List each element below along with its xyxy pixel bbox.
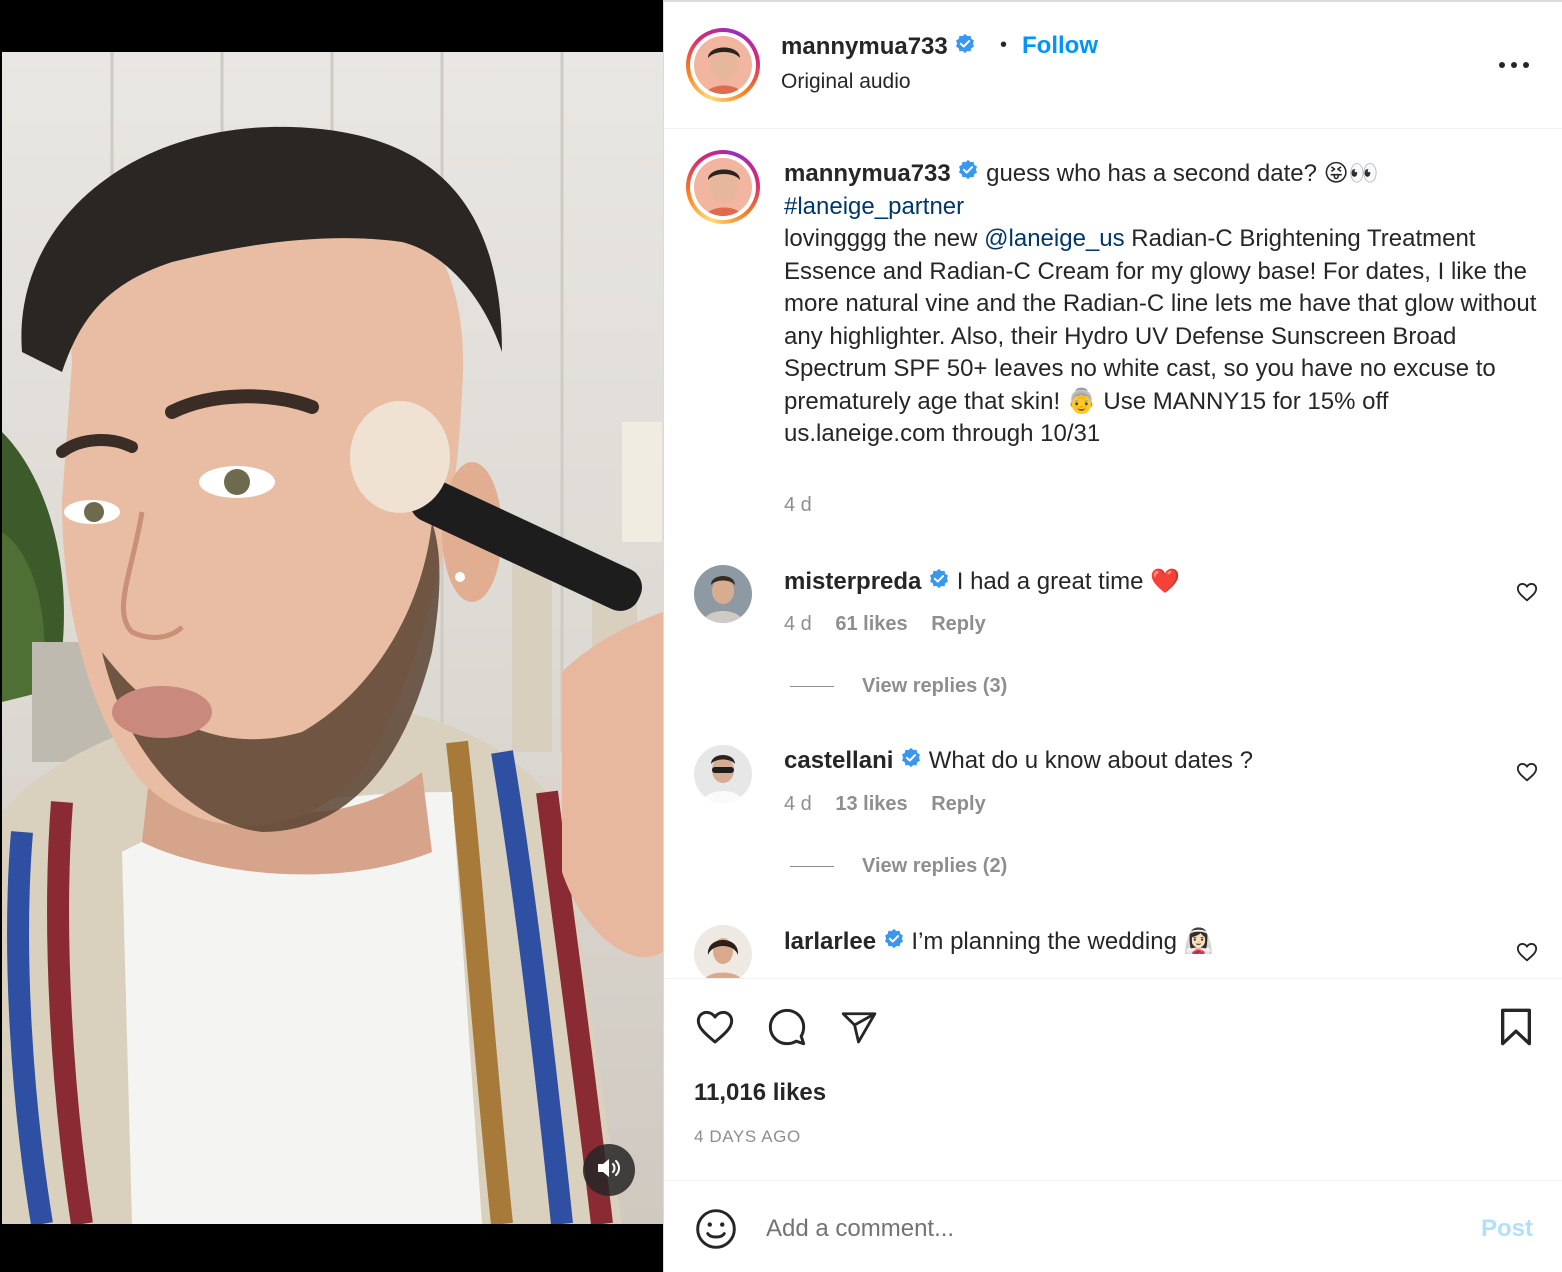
comment-like-heart-icon[interactable] <box>1516 761 1538 783</box>
avatar-image <box>694 565 752 623</box>
comment-item: castellani What do u know about dates ? … <box>664 745 1562 835</box>
comments-list[interactable]: misterpreda I had a great time ❤️ 4 d 61… <box>664 540 1562 978</box>
comment-like-heart-icon[interactable] <box>1516 581 1538 603</box>
commenter-username[interactable]: larlarlee <box>784 928 876 955</box>
paper-plane-icon[interactable] <box>839 1009 879 1052</box>
separator-dot: • <box>1000 34 1008 56</box>
video-frame[interactable] <box>2 52 663 1224</box>
view-replies-button[interactable]: View replies (3) <box>790 675 1007 698</box>
hashtag-link[interactable]: #laneige_partner <box>784 193 964 220</box>
caption-line1: guess who has a second date? 😝👀 <box>979 160 1379 187</box>
avatar-image <box>693 35 753 95</box>
comment-body: What do u know about dates ? <box>922 747 1253 774</box>
view-replies-label: View replies (2) <box>862 855 1008 877</box>
verified-badge-icon <box>900 747 922 776</box>
verified-badge-icon <box>883 928 905 957</box>
view-replies-label: View replies (3) <box>862 675 1008 697</box>
caption-text: mannymua733 guess who has a second date?… <box>784 158 1544 451</box>
verified-badge-icon <box>954 33 976 62</box>
comment-time[interactable]: 4 d <box>784 613 812 635</box>
add-comment-bar: Post <box>664 1180 1562 1272</box>
caption-body-start: lovingggg the new <box>784 225 985 253</box>
commenter-username[interactable]: misterpreda <box>784 568 921 595</box>
avatar-image <box>694 925 752 978</box>
mention-link[interactable]: @laneige_us <box>984 225 1124 252</box>
commenter-avatar[interactable] <box>694 925 752 978</box>
caption-author-avatar[interactable] <box>686 150 760 224</box>
verified-badge-icon <box>957 158 979 191</box>
comment-item: misterpreda I had a great time ❤️ 4 d 61… <box>664 565 1562 655</box>
avatar-image <box>693 157 753 217</box>
caption-timestamp[interactable]: 4 d <box>784 494 812 517</box>
comment-meta: 4 d 61 likes Reply <box>784 613 1004 636</box>
avatar-image <box>694 745 752 803</box>
video-still-image <box>2 52 663 1224</box>
commenter-avatar[interactable] <box>694 745 752 803</box>
video-player[interactable] <box>0 0 663 1272</box>
post-details-panel: mannymua733 • Follow Original audio mann… <box>663 0 1562 1272</box>
caption-body-rest: Radian-C Brightening Treatment Essence a… <box>784 225 1537 448</box>
comment-bubble-icon[interactable] <box>766 1007 808 1052</box>
likes-count[interactable]: 11,016 likes <box>694 1079 826 1107</box>
comment-body: I had a great time ❤️ <box>950 568 1181 595</box>
comment-likes[interactable]: 61 likes <box>835 613 907 635</box>
commenter-avatar[interactable] <box>694 565 752 623</box>
caption-username[interactable]: mannymua733 <box>784 160 951 187</box>
comment-text: castellani What do u know about dates ? <box>784 747 1253 776</box>
replies-divider-line <box>790 866 834 868</box>
reply-button[interactable]: Reply <box>931 793 985 815</box>
comment-text: misterpreda I had a great time ❤️ <box>784 567 1180 597</box>
comment-like-heart-icon[interactable] <box>1516 941 1538 963</box>
commenter-username[interactable]: castellani <box>784 747 893 774</box>
post-actions: 11,016 likes 4 DAYS AGO <box>664 978 1562 1180</box>
heart-icon[interactable] <box>694 1007 736 1052</box>
follow-button[interactable]: Follow <box>1022 32 1098 60</box>
comment-meta: 4 d 13 likes Reply <box>784 793 1004 816</box>
view-replies-button[interactable]: View replies (2) <box>790 855 1007 878</box>
comment-text: larlarlee I’m planning the wedding 👰🏻‍♀️ <box>784 927 1213 957</box>
mute-toggle-button[interactable] <box>583 1144 635 1196</box>
audio-link[interactable]: Original audio <box>781 70 911 94</box>
emoji-smiley-icon[interactable] <box>694 1207 738 1251</box>
author-username[interactable]: mannymua733 <box>781 33 976 62</box>
comment-likes[interactable]: 13 likes <box>835 793 907 815</box>
verified-badge-icon <box>928 568 950 597</box>
post-comment-button[interactable]: Post <box>1481 1215 1533 1243</box>
comment-input[interactable] <box>766 1209 1446 1249</box>
speaker-icon <box>596 1156 622 1185</box>
author-avatar[interactable] <box>686 28 760 102</box>
replies-divider-line <box>790 686 834 688</box>
comment-time[interactable]: 4 d <box>784 793 812 815</box>
username-text: mannymua733 <box>781 33 948 60</box>
comment-body: I’m planning the wedding 👰🏻‍♀️ <box>904 928 1214 955</box>
more-options-icon[interactable] <box>1496 48 1532 78</box>
comment-item: larlarlee I’m planning the wedding 👰🏻‍♀️ <box>664 925 1562 978</box>
bookmark-icon[interactable] <box>1498 1007 1534 1052</box>
post-date[interactable]: 4 DAYS AGO <box>694 1127 801 1147</box>
reply-button[interactable]: Reply <box>931 613 985 635</box>
post-header: mannymua733 • Follow Original audio <box>664 0 1562 129</box>
